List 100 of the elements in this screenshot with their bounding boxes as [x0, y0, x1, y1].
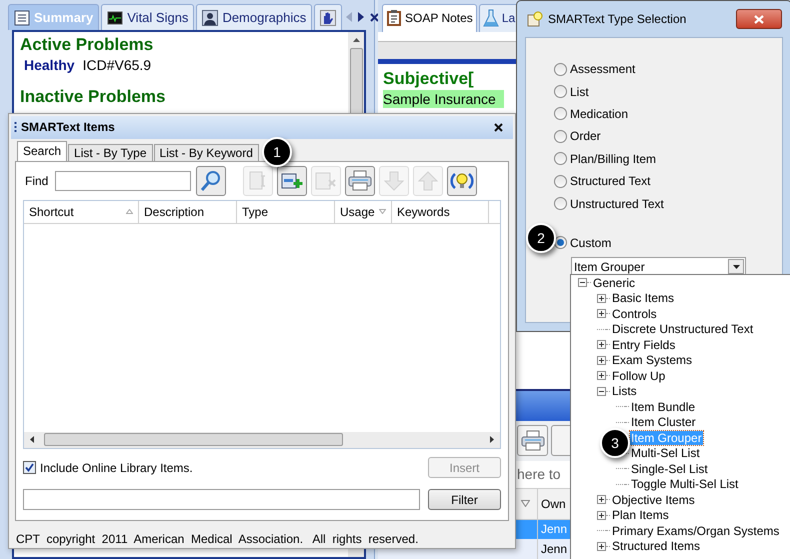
printer-icon: [520, 430, 544, 452]
tab[interactable]: List - By Type: [68, 144, 153, 161]
tree-item[interactable]: Structured Items: [611, 539, 702, 554]
print-button[interactable]: [517, 425, 548, 456]
tree-item[interactable]: Item Bundle: [630, 400, 696, 414]
tree-item[interactable]: Basic Items: [611, 291, 676, 306]
close-button[interactable]: [736, 9, 782, 29]
column-header[interactable]: Description: [139, 200, 237, 223]
tree-item[interactable]: Objective Items: [611, 492, 696, 507]
column-header[interactable]: Shortcut: [24, 200, 139, 223]
radio-button[interactable]: [554, 130, 567, 143]
tree-item[interactable]: Primary Exams/Organ Systems: [611, 524, 780, 538]
collapse-icon[interactable]: [578, 278, 587, 288]
radio-button[interactable]: [554, 236, 567, 250]
radio-button[interactable]: [554, 174, 567, 188]
expand-icon[interactable]: [597, 495, 606, 504]
section-heading: Active Problems: [20, 34, 154, 56]
column-header[interactable]: Own: [538, 494, 566, 513]
scroll-left-icon[interactable]: [30, 436, 34, 444]
close-icon[interactable]: [370, 12, 380, 22]
tree-item[interactable]: Controls: [611, 306, 658, 321]
column-header[interactable]: Keywords: [392, 200, 489, 223]
scroll-up-icon[interactable]: [352, 38, 360, 42]
radio-label: List: [570, 84, 589, 101]
lightbulb-button[interactable]: [447, 166, 477, 196]
section-heading: Subjective[: [383, 68, 474, 90]
window-title: SMARText Items: [21, 119, 116, 136]
filter-button[interactable]: Filter: [428, 489, 501, 510]
tree-item[interactable]: Exam Systems: [611, 353, 694, 368]
tree-item[interactable]: Plan Items: [611, 508, 670, 522]
search-button[interactable]: [196, 166, 226, 196]
find-field[interactable]: [55, 170, 191, 191]
expand-icon[interactable]: [597, 340, 606, 350]
add-button[interactable]: [277, 166, 307, 196]
tree-item[interactable]: Single-Sel List: [630, 462, 709, 476]
expand-icon[interactable]: [597, 309, 606, 318]
tree-item[interactable]: Multi-Sel List: [630, 446, 701, 460]
radio-label: Plan/Billing Item: [570, 150, 656, 168]
right-arrow-icon[interactable]: [358, 12, 364, 22]
up-arrow-icon: [417, 170, 439, 192]
flask-icon: [482, 9, 499, 28]
panel-tab[interactable]: Vital Signs: [101, 4, 194, 30]
radio-label: Structured Text: [570, 173, 650, 190]
tree-item[interactable]: Toggle Multi-Sel List: [630, 477, 740, 492]
radio-button[interactable]: [554, 85, 567, 98]
close-icon: [754, 14, 764, 24]
problem-code: ICD#V65.9: [82, 56, 152, 74]
sort-arrow-icon: [521, 500, 530, 508]
list-icon: [14, 10, 30, 26]
expand-icon[interactable]: [597, 542, 606, 551]
problem-name: Healthy: [24, 56, 75, 74]
expand-icon[interactable]: [597, 510, 606, 520]
horizontal-scrollbar[interactable]: [24, 432, 500, 448]
clipboard-icon: [386, 9, 402, 28]
person-icon: [202, 10, 218, 26]
tree-item[interactable]: Generic: [592, 276, 636, 290]
monitor-icon: [107, 10, 124, 26]
expand-icon[interactable]: [597, 294, 606, 303]
dropdown-arrow-icon: [732, 264, 740, 269]
delete-document-icon: [315, 170, 337, 192]
grip-icon[interactable]: [14, 120, 17, 134]
radio-label: Custom: [570, 234, 612, 252]
expand-icon[interactable]: [597, 371, 606, 380]
collapse-icon[interactable]: [597, 386, 606, 396]
window-title: SMARText Type Selection: [548, 11, 688, 28]
tab[interactable]: List - By Keyword: [154, 144, 259, 161]
checkbox[interactable]: [23, 461, 36, 474]
radio-button[interactable]: [554, 152, 567, 166]
copyright-text: CPT copyright 2011 American Medical Association. All rights reserved.: [16, 531, 420, 548]
panel-tab[interactable]: Demographics: [196, 4, 312, 30]
filter-field[interactable]: [23, 489, 420, 510]
scrollbar-thumb[interactable]: [44, 433, 343, 446]
tree-item[interactable]: Lists: [611, 384, 638, 398]
panel-tab[interactable]: SOAP Notes: [382, 4, 477, 32]
close-icon[interactable]: [494, 122, 503, 132]
table-cell-text: Jenn: [540, 541, 568, 558]
printer-icon: [348, 170, 372, 192]
tree-item[interactable]: Item Cluster: [630, 415, 697, 430]
panel-tab[interactable]: [314, 4, 342, 30]
find-label: Find: [25, 172, 50, 190]
radio-button[interactable]: [554, 107, 567, 120]
radio-button[interactable]: [554, 62, 567, 76]
table-cell-text: Jenn: [540, 521, 568, 538]
radio-label: Order: [570, 128, 601, 146]
radio-label: Assessment: [570, 61, 636, 78]
tab[interactable]: Search: [17, 140, 68, 161]
hand-icon: [320, 10, 336, 26]
print-button[interactable]: [345, 166, 375, 196]
tree-item[interactable]: Entry Fields: [611, 338, 676, 352]
document-bulb-icon: [527, 11, 543, 27]
scroll-right-icon[interactable]: [490, 436, 494, 444]
column-header[interactable]: Type: [237, 200, 335, 223]
tree-item[interactable]: Follow Up: [611, 368, 666, 383]
radio-button[interactable]: [554, 197, 567, 210]
search-hint: here to: [517, 465, 561, 484]
note-text: Sample Insurance: [383, 90, 504, 108]
column-header[interactable]: Usage: [335, 200, 392, 223]
tree-item[interactable]: Discrete Unstructured Text: [611, 322, 754, 336]
expand-icon[interactable]: [597, 356, 606, 365]
radio-label: Unstructured Text: [570, 196, 664, 213]
